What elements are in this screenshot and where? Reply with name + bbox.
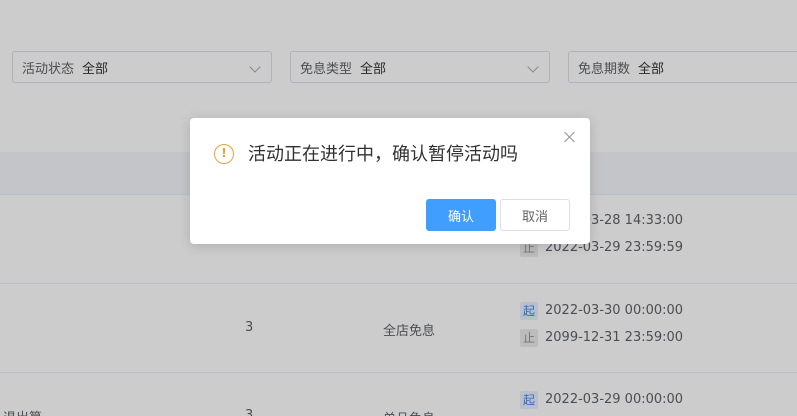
confirm-dialog: ! 活动正在进行中，确认暂停活动吗 确认 取消 [190, 118, 590, 244]
dialog-message: 活动正在进行中，确认暂停活动吗 [248, 144, 518, 165]
confirm-button[interactable]: 确认 [426, 199, 496, 231]
cancel-button[interactable]: 取消 [500, 199, 570, 231]
warning-icon: ! [214, 144, 234, 164]
close-icon[interactable] [562, 129, 578, 145]
